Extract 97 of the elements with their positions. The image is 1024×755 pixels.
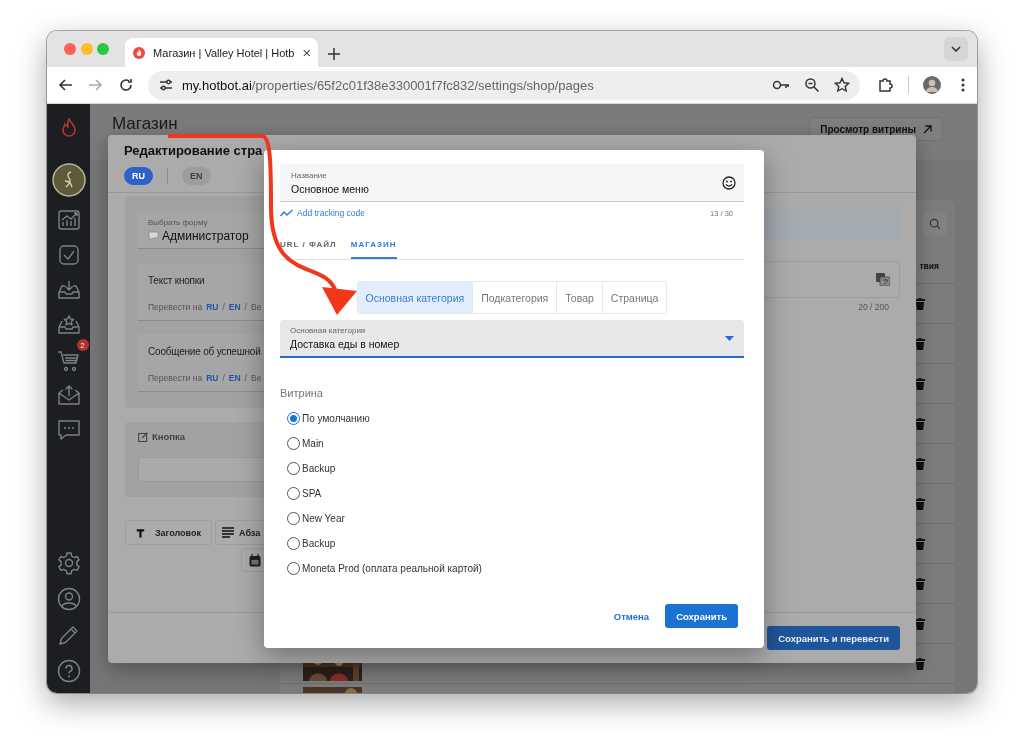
- external-link-icon: [923, 124, 932, 134]
- zoom-icon[interactable]: [804, 77, 820, 93]
- chart-icon[interactable]: [56, 208, 81, 232]
- field-label: Название: [291, 170, 328, 180]
- inbox-download-icon[interactable]: [56, 278, 81, 302]
- trend-icon: [280, 209, 293, 217]
- heading-icon: [136, 526, 145, 539]
- help-icon[interactable]: [56, 659, 81, 683]
- search-button[interactable]: [923, 212, 947, 236]
- trash-icon[interactable]: [915, 417, 925, 430]
- chat-icon[interactable]: [56, 418, 81, 442]
- column-header: твия: [919, 260, 939, 271]
- trash-icon[interactable]: [915, 377, 925, 390]
- site-settings-icon[interactable]: [158, 77, 174, 93]
- radio-label: Backup: [302, 463, 336, 474]
- edit-link-icon: [138, 431, 148, 442]
- separator: /: [244, 373, 247, 383]
- language-tab[interactable]: EN: [182, 167, 211, 185]
- new-tab-icon[interactable]: [328, 48, 340, 60]
- translate-label: Перевести на: [148, 373, 203, 383]
- tab-title: Магазин | Valley Hotel | Hotb: [153, 46, 295, 59]
- character-counter: 20 / 200: [857, 302, 890, 312]
- save-translate-button[interactable]: Сохранить и перевести: [767, 626, 900, 650]
- translate-label: Перевести на: [148, 302, 203, 312]
- back-icon[interactable]: [58, 77, 74, 93]
- radio-label: SPA: [302, 488, 322, 499]
- tab[interactable]: URL / ФАЙЛ: [280, 238, 337, 259]
- segment-button[interactable]: Страница: [601, 282, 667, 313]
- save-button[interactable]: Сохранить: [665, 604, 738, 628]
- bookmark-star-icon[interactable]: [834, 77, 850, 93]
- radio-label: Main: [302, 438, 324, 449]
- name-field[interactable]: Название Основное меню: [280, 164, 744, 202]
- user-icon[interactable]: [56, 587, 81, 611]
- trash-icon[interactable]: [915, 457, 925, 470]
- field-label: Основная категория: [290, 326, 367, 335]
- language-link[interactable]: RU: [206, 302, 219, 312]
- separator: /: [244, 302, 247, 312]
- avatar[interactable]: [51, 163, 86, 197]
- category-dropdown[interactable]: Основная категория Доставка еды в номер: [280, 320, 744, 358]
- close-icon[interactable]: [302, 47, 310, 58]
- page-title: Магазин: [112, 114, 178, 134]
- separator: /: [222, 302, 225, 312]
- translate-option: Ве: [250, 302, 262, 312]
- trash-icon[interactable]: [915, 577, 925, 590]
- url-text: my.hotbot.ai/properties/65f2c01f38e330001f7fc832/settings/shop/pages: [182, 77, 595, 93]
- inbox-star-icon[interactable]: [56, 313, 81, 337]
- field-value: Администратор: [162, 229, 249, 243]
- settings-icon[interactable]: [56, 551, 81, 575]
- language-tab[interactable]: RU: [124, 167, 153, 185]
- field-value: Доставка еды в номер: [290, 338, 401, 350]
- dialog-title: Редактирование стра: [123, 142, 264, 160]
- paragraph-icon: [222, 527, 234, 538]
- cancel-button[interactable]: Отмена: [613, 610, 650, 622]
- browser-tab[interactable]: Магазин | Valley Hotel | Hotb: [125, 38, 318, 67]
- tab-list-button[interactable]: [944, 37, 968, 61]
- section-title: Кнопка: [152, 431, 186, 442]
- emoji-icon[interactable]: [722, 175, 736, 190]
- separator: /: [222, 373, 225, 383]
- extensions-icon[interactable]: [877, 77, 893, 93]
- address-bar[interactable]: my.hotbot.ai/properties/65f2c01f38e330001f7fc832/settings/shop/pages: [148, 70, 860, 100]
- search-icon: [929, 217, 941, 231]
- radio-label: New Year: [302, 513, 345, 524]
- section-title: Витрина: [280, 387, 324, 399]
- language-link[interactable]: EN: [228, 302, 241, 312]
- radio-label: Backup: [302, 538, 336, 549]
- trash-icon[interactable]: [915, 497, 925, 510]
- translate-icon[interactable]: [876, 273, 890, 286]
- avatar[interactable]: [923, 76, 941, 94]
- field-value: Основное меню: [291, 182, 370, 195]
- caret-icon: [725, 335, 734, 341]
- tracking-code-link[interactable]: Add tracking code: [280, 208, 366, 218]
- tab[interactable]: МАГАЗИН: [350, 238, 397, 259]
- flame-icon: [133, 44, 145, 61]
- block-button[interactable]: Заголовок: [125, 520, 212, 545]
- language-link[interactable]: EN: [228, 373, 241, 383]
- flame-logo[interactable]: [60, 118, 77, 138]
- trash-icon[interactable]: [915, 537, 925, 550]
- trash-icon[interactable]: [915, 657, 925, 670]
- trash-icon[interactable]: [915, 297, 925, 310]
- segment-button[interactable]: Основная категория: [357, 282, 473, 313]
- language-link[interactable]: RU: [206, 373, 219, 383]
- field-label: Выбрать форму: [148, 218, 209, 227]
- checkbox-icon[interactable]: [56, 243, 81, 267]
- chevron-down-icon: [951, 46, 961, 52]
- reload-icon[interactable]: [118, 77, 134, 93]
- radio-label: По умолчанию: [302, 413, 370, 424]
- radio-label: Moneta Prod (оплата реальной картой): [302, 563, 482, 574]
- translate-option: Ве: [250, 373, 262, 383]
- cart-icon[interactable]: [56, 348, 81, 372]
- calendar-icon: [249, 553, 261, 567]
- field-label: Текст кнопки: [148, 275, 206, 286]
- envelope-upload-icon[interactable]: [56, 383, 81, 407]
- trash-icon[interactable]: [915, 337, 925, 350]
- trash-icon[interactable]: [915, 617, 925, 630]
- notification-badge: 2: [76, 339, 89, 351]
- key-icon[interactable]: [772, 79, 790, 91]
- speech-bubble-icon: [148, 231, 159, 241]
